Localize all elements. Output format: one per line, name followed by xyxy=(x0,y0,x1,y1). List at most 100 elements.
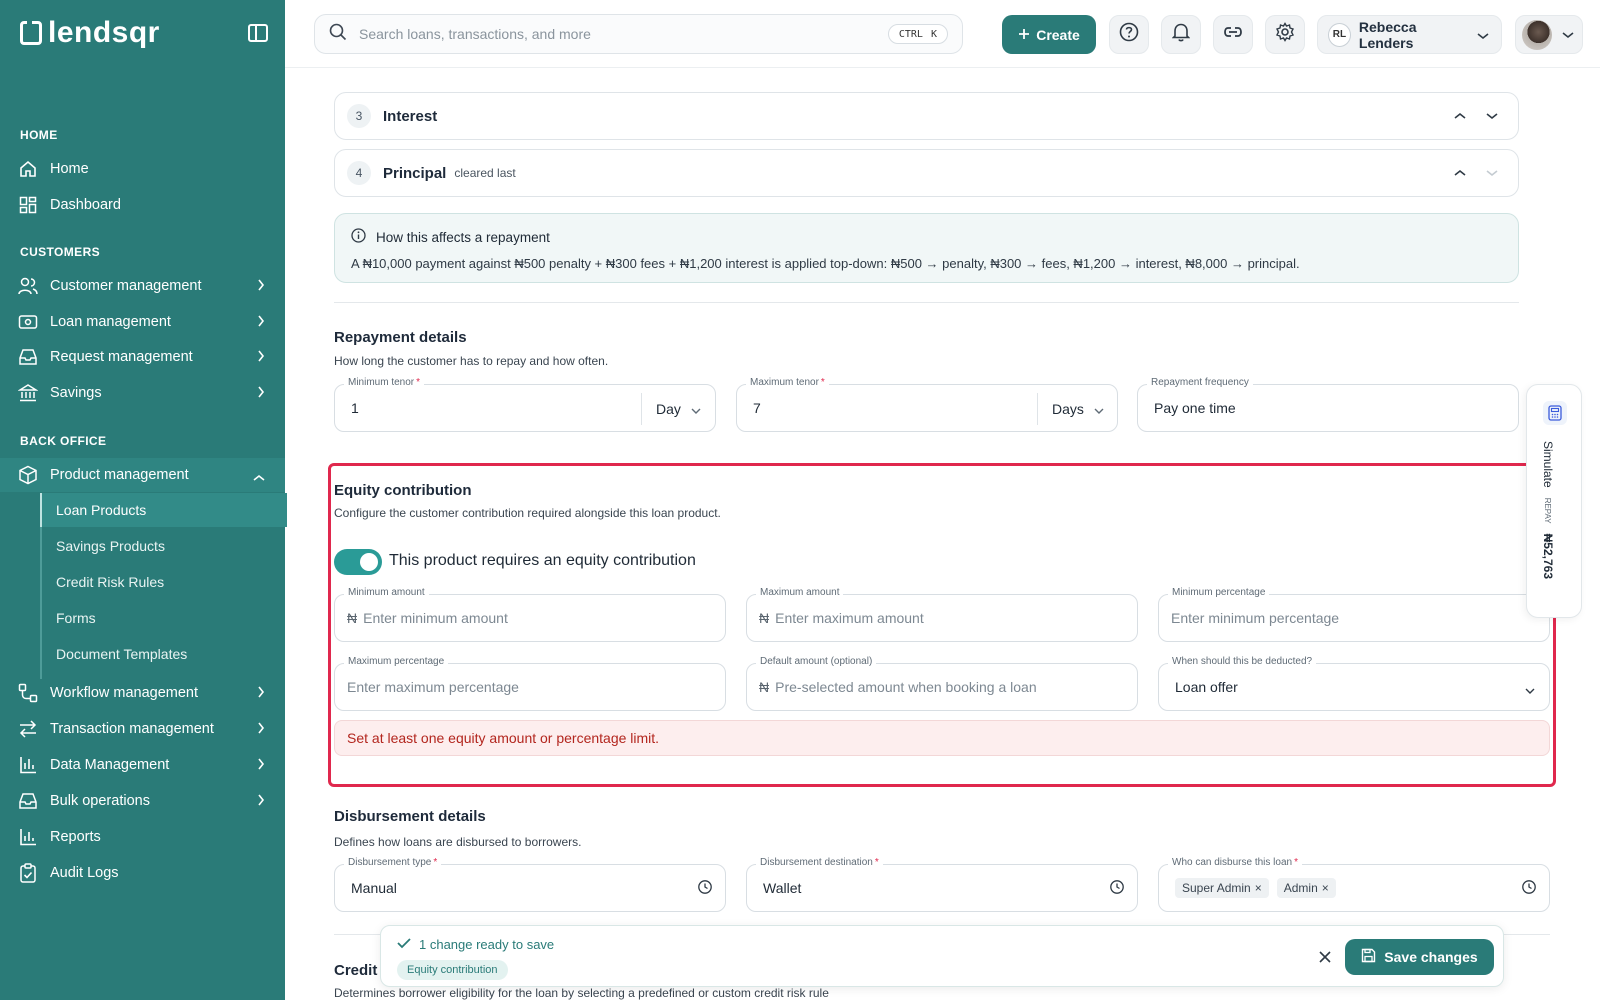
save-changes-button[interactable]: Save changes xyxy=(1345,939,1494,975)
rule-subtitle: cleared last xyxy=(454,166,516,180)
sidebar-item-request-management[interactable]: Request management xyxy=(0,340,285,374)
bank-icon xyxy=(18,383,38,403)
step-number: 3 xyxy=(347,104,371,128)
link-button[interactable] xyxy=(1213,15,1253,54)
chevron-right-icon xyxy=(257,722,265,738)
create-button[interactable]: Create xyxy=(1002,15,1096,54)
minimum-amount-field[interactable]: Minimum amount ₦ Enter minimum amount xyxy=(334,587,726,642)
default-amount-placeholder: Pre-selected amount when booking a loan xyxy=(775,679,1037,695)
disbursement-details-desc: Defines how loans are disbursed to borro… xyxy=(334,835,582,849)
sidebar-item-customer-management[interactable]: Customer management xyxy=(0,269,285,303)
maximum-tenor-field[interactable]: Maximum tenor * 7 Days xyxy=(736,377,1118,432)
dashboard-grid-icon xyxy=(18,195,38,215)
disbursement-type-select[interactable]: Disbursement type * Manual xyxy=(334,857,726,912)
role-chip[interactable]: Admin × xyxy=(1276,878,1336,898)
default-amount-field[interactable]: Default amount (optional) ₦ Pre-selected … xyxy=(746,656,1138,711)
minimum-percentage-field[interactable]: Minimum percentage Enter minimum percent… xyxy=(1158,587,1550,642)
close-icon[interactable]: × xyxy=(1255,881,1262,895)
sidebar-item-transaction-management[interactable]: Transaction management xyxy=(0,712,285,746)
notifications-button[interactable] xyxy=(1161,15,1201,54)
equity-contribution-toggle[interactable] xyxy=(334,549,382,575)
search-icon xyxy=(329,23,347,46)
user-name: Rebecca Lenders xyxy=(1358,18,1417,51)
plus-icon xyxy=(1018,27,1030,43)
search-input[interactable] xyxy=(359,26,879,42)
workflow-icon xyxy=(18,683,38,703)
maximum-tenor-unit-select[interactable]: Days xyxy=(1037,393,1117,425)
naira-icon: ₦ xyxy=(759,679,770,695)
simulate-tab[interactable]: Simulate REPAY ₦52,763 xyxy=(1526,384,1582,618)
help-button[interactable] xyxy=(1109,15,1149,54)
bar-chart-icon xyxy=(18,755,38,775)
chevron-down-icon xyxy=(1562,26,1574,44)
chevron-down-icon xyxy=(1094,401,1104,417)
move-up-icon[interactable] xyxy=(1452,108,1468,124)
close-icon[interactable]: × xyxy=(1322,881,1329,895)
move-down-icon-disabled xyxy=(1484,165,1500,181)
settings-button[interactable] xyxy=(1265,15,1305,54)
gear-icon xyxy=(1275,22,1295,47)
move-up-icon[interactable] xyxy=(1452,165,1468,181)
minimum-tenor-unit-select[interactable]: Day xyxy=(641,393,715,425)
repayment-frequency-select[interactable]: Repayment frequency Pay one time xyxy=(1137,377,1519,432)
chevron-right-icon xyxy=(257,315,265,331)
sidebar-subitem-document-templates[interactable]: Document Templates xyxy=(42,637,287,671)
sidebar-item-home[interactable]: Home xyxy=(0,152,285,186)
sidebar-item-dashboard[interactable]: Dashboard xyxy=(0,188,285,222)
organization-switcher[interactable]: RL Rebecca Lenders xyxy=(1317,15,1502,54)
minimum-tenor-field[interactable]: Minimum tenor * 1 Day xyxy=(334,377,716,432)
nav-section-home: HOME xyxy=(20,128,58,142)
sidebar-item-product-management[interactable]: Product management xyxy=(0,458,285,492)
sidebar-subitem-credit-risk-rules[interactable]: Credit Risk Rules xyxy=(42,565,287,599)
brand-logo[interactable]: lendsqr xyxy=(20,16,160,50)
sidebar-item-audit-logs[interactable]: Audit Logs xyxy=(0,856,285,890)
sidebar-collapse-icon[interactable] xyxy=(248,24,268,42)
sidebar-subitem-loan-products[interactable]: Loan Products xyxy=(40,493,287,527)
section-divider xyxy=(334,302,1519,303)
disburse-permission-select[interactable]: Who can disburse this loan * Super Admin ×… xyxy=(1158,857,1550,912)
move-down-icon[interactable] xyxy=(1484,108,1500,124)
dismiss-changes-icon[interactable] xyxy=(1317,949,1333,965)
chevron-right-icon xyxy=(257,350,265,366)
equity-contribution-title: Equity contribution xyxy=(334,482,472,499)
brand-name: lendsqr xyxy=(48,16,160,49)
chevron-down-icon xyxy=(1525,681,1535,699)
reports-chart-icon xyxy=(18,827,38,847)
sidebar-subitem-savings-products[interactable]: Savings Products xyxy=(42,529,287,563)
deduction-timing-select[interactable]: When should this be deducted? Loan offer xyxy=(1158,656,1550,711)
sidebar-item-loan-management[interactable]: Loan management xyxy=(0,305,285,339)
inbox-icon xyxy=(18,347,38,367)
sidebar-item-workflow-management[interactable]: Workflow management xyxy=(0,676,285,710)
nav-section-customers: CUSTOMERS xyxy=(20,245,101,259)
role-chip[interactable]: Super Admin × xyxy=(1175,878,1269,898)
calculator-icon xyxy=(1543,401,1567,425)
package-icon xyxy=(18,465,38,485)
sidebar-subitem-forms[interactable]: Forms xyxy=(42,601,287,635)
maximum-percentage-field[interactable]: Maximum percentage Enter maximum percent… xyxy=(334,656,726,711)
top-bar: CTRLK Create RL Rebecca Lenders xyxy=(285,0,1600,68)
minimum-tenor-value: 1 xyxy=(351,400,359,416)
profile-menu[interactable] xyxy=(1515,15,1583,54)
users-icon xyxy=(18,276,38,296)
maximum-amount-field[interactable]: Maximum amount ₦ Enter maximum amount xyxy=(746,587,1138,642)
history-icon[interactable] xyxy=(1521,879,1537,900)
disbursement-destination-select[interactable]: Disbursement destination * Wallet xyxy=(746,857,1138,912)
chevron-down-icon xyxy=(1477,27,1489,43)
global-search[interactable]: CTRLK xyxy=(314,14,963,54)
help-circle-icon xyxy=(1119,22,1139,47)
sidebar: lendsqr HOME Home Dashboard CUSTOMERS Cu… xyxy=(0,0,287,1000)
credit-section-title: Credit xyxy=(334,962,378,979)
minimum-amount-placeholder: Enter minimum amount xyxy=(363,610,508,626)
changed-section-chip[interactable]: Equity contribution xyxy=(397,960,508,980)
chevron-right-icon xyxy=(257,386,265,402)
history-icon[interactable] xyxy=(697,879,713,900)
sidebar-item-data-management[interactable]: Data Management xyxy=(0,748,285,782)
sidebar-item-reports[interactable]: Reports xyxy=(0,820,285,854)
sidebar-item-savings[interactable]: Savings xyxy=(0,376,285,410)
history-icon[interactable] xyxy=(1109,879,1125,900)
credit-section-desc: Determines borrower eligibility for the … xyxy=(334,986,829,1000)
house-icon xyxy=(18,159,38,179)
sidebar-item-bulk-operations[interactable]: Bulk operations xyxy=(0,784,285,818)
chevron-right-icon xyxy=(257,794,265,810)
rule-title: Interest xyxy=(383,107,438,125)
